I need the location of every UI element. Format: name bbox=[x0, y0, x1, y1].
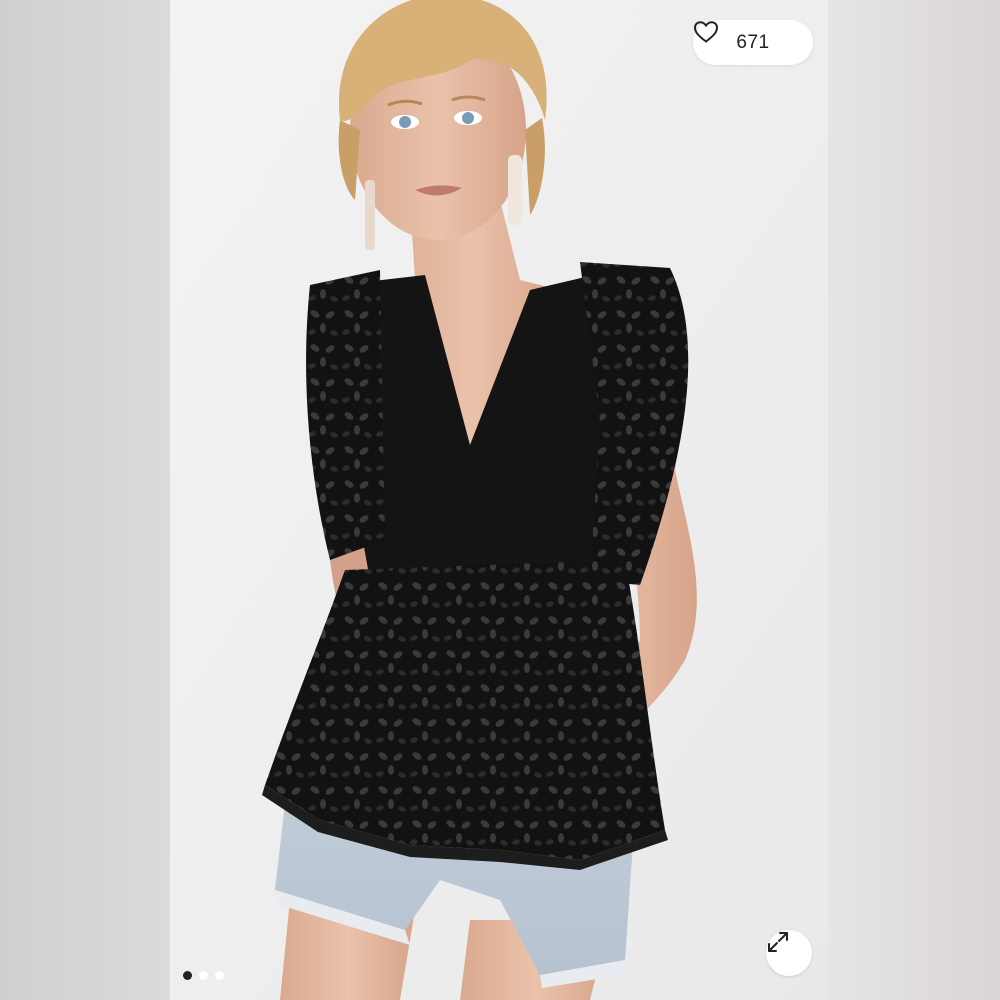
product-image-viewer[interactable]: 671 bbox=[0, 0, 1000, 1000]
carousel-indicator bbox=[183, 971, 224, 980]
model-illustration bbox=[170, 0, 828, 1000]
carousel-dot-1[interactable] bbox=[183, 971, 192, 980]
product-photo[interactable]: 671 bbox=[170, 0, 828, 1000]
blurred-backdrop-right bbox=[828, 0, 1000, 1000]
blurred-backdrop-left bbox=[0, 0, 170, 1000]
expand-image-button[interactable] bbox=[766, 930, 812, 976]
carousel-dot-3[interactable] bbox=[215, 971, 224, 980]
expand-arrows-icon bbox=[768, 932, 788, 952]
carousel-dot-2[interactable] bbox=[199, 971, 208, 980]
likes-count: 671 bbox=[736, 31, 770, 53]
heart-outline-icon bbox=[693, 21, 719, 43]
like-button[interactable]: 671 bbox=[693, 20, 813, 65]
